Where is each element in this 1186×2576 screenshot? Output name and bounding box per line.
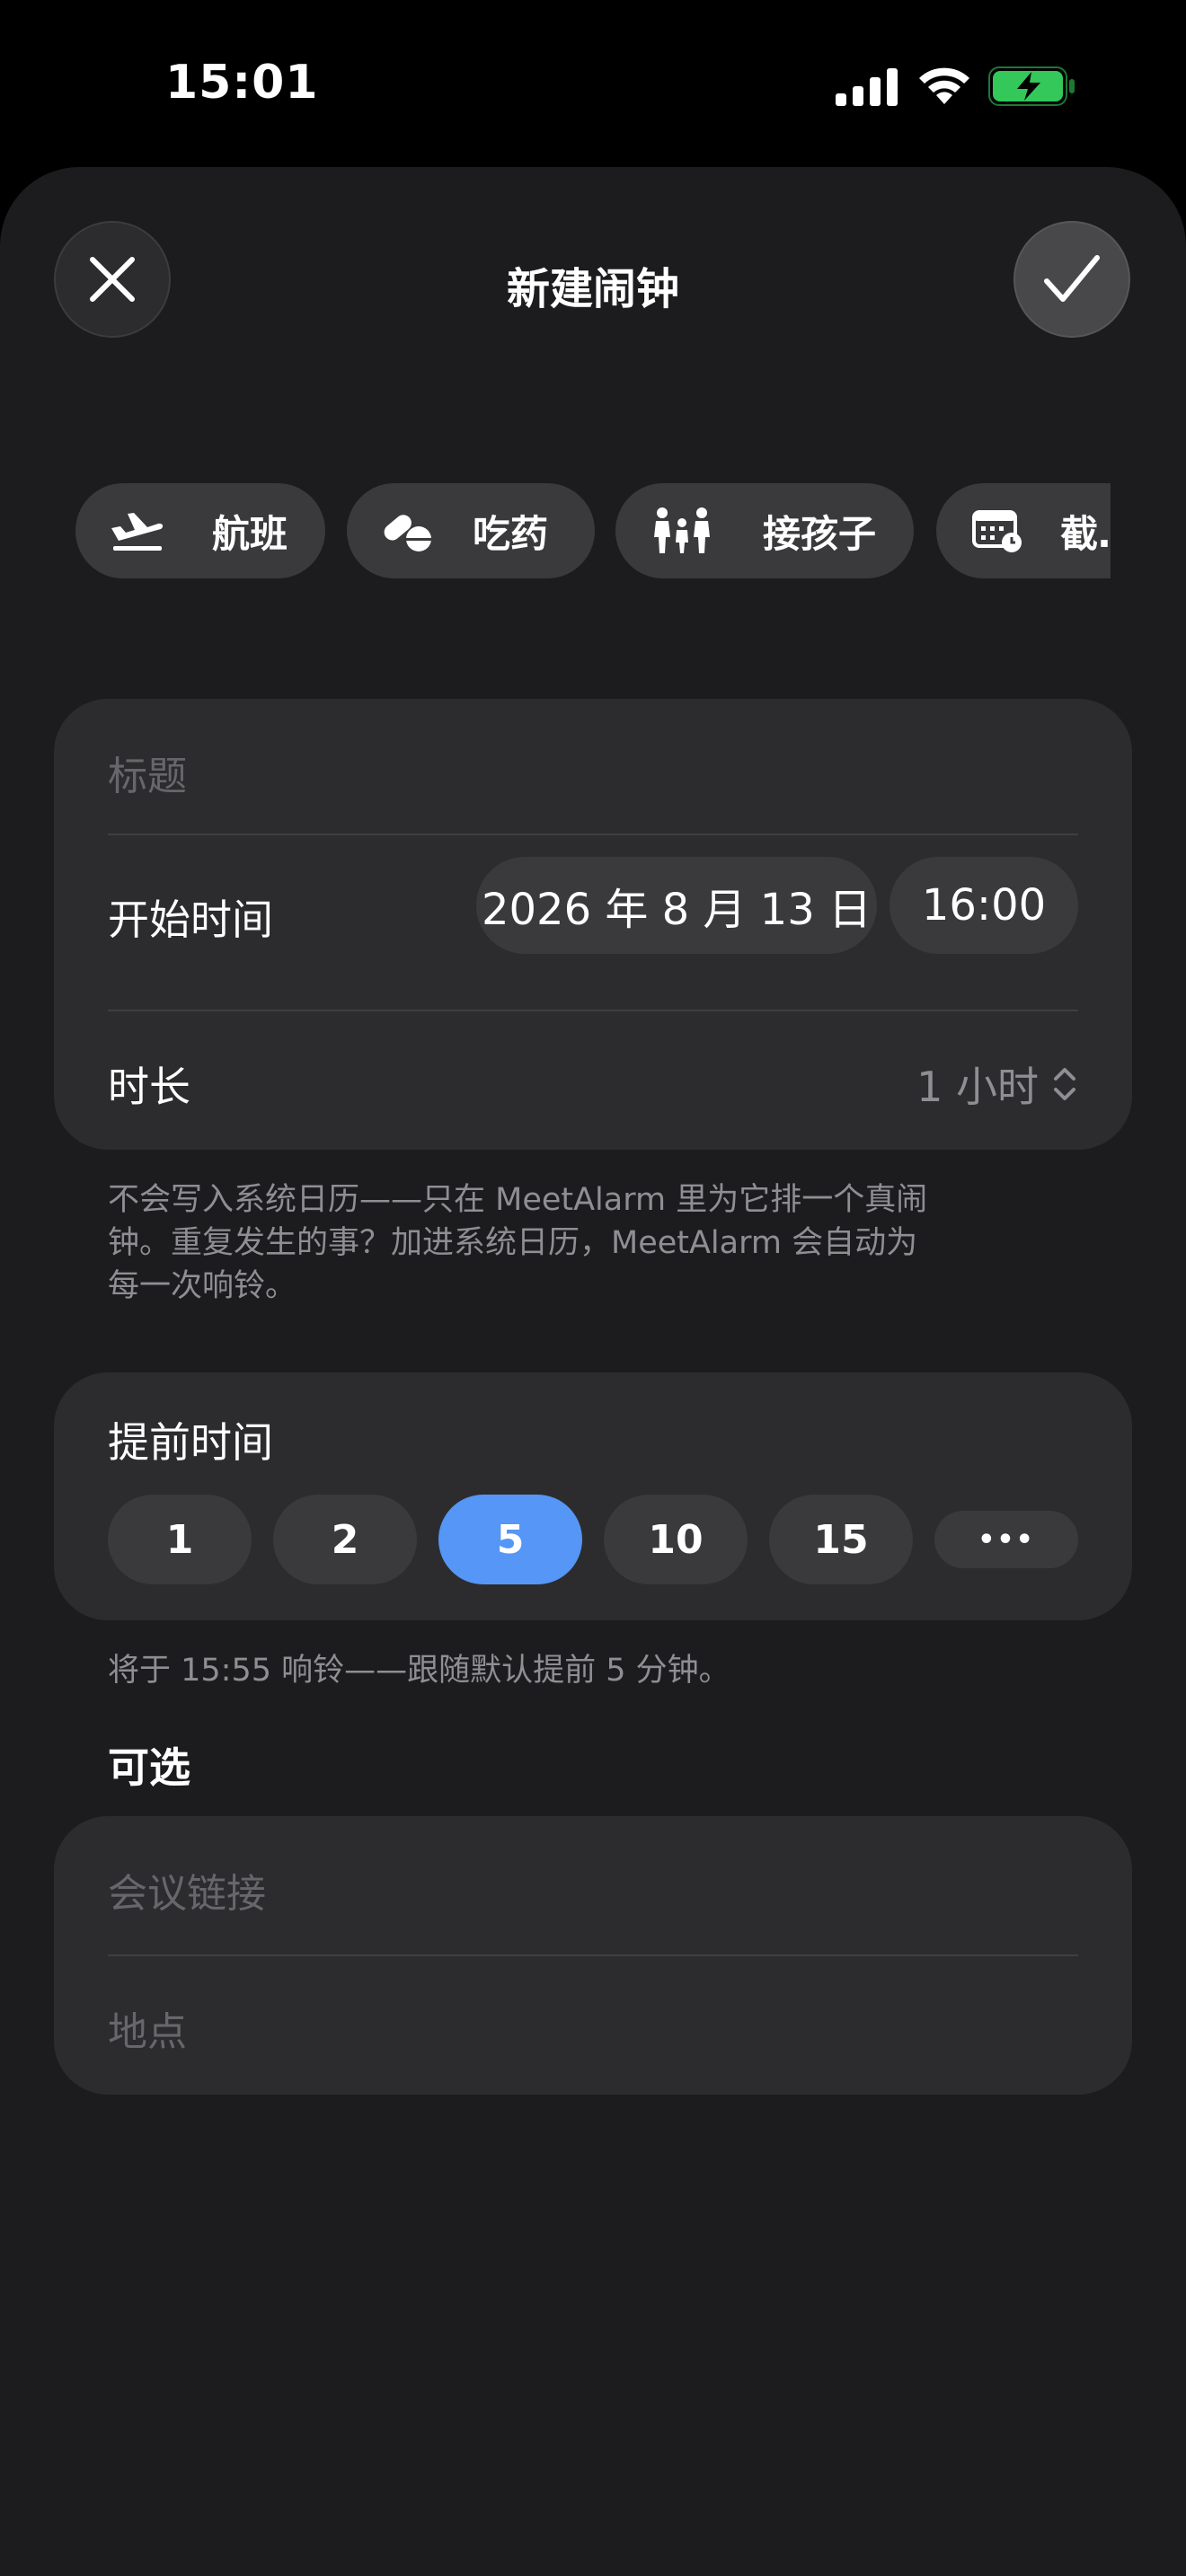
- start-time-label: 开始时间: [108, 895, 273, 944]
- chip-label: 航班: [212, 511, 288, 556]
- pills-icon: [384, 515, 432, 551]
- chip-label: 接孩子: [763, 511, 877, 556]
- lead-option-5[interactable]: 5: [438, 1495, 582, 1584]
- airplane-departure-icon: [111, 513, 164, 551]
- chip-label: 截…: [1060, 511, 1111, 556]
- sheet-title: 新建闹钟: [506, 264, 679, 314]
- calendar-clock-icon: [972, 510, 1022, 552]
- status-bar: 15:01: [0, 0, 1186, 167]
- checkmark-icon: [1044, 255, 1100, 302]
- lead-time-card: 提前时间 1 2 5 10 15 •••: [54, 1372, 1132, 1620]
- location-input[interactable]: 地点: [108, 1999, 1078, 2057]
- duration-label: 时长: [108, 1063, 190, 1111]
- chip-label: 吃药: [473, 511, 549, 556]
- cellular-signal-icon: [836, 68, 898, 106]
- divider: [108, 1010, 1078, 1011]
- wifi-icon: [919, 67, 969, 104]
- note-line: 每一次响铃。: [108, 1268, 297, 1304]
- lead-option-1[interactable]: 1: [108, 1495, 252, 1584]
- lead-time-label: 提前时间: [108, 1418, 273, 1467]
- start-time-picker[interactable]: 16:00: [890, 857, 1078, 954]
- divider: [108, 1954, 1078, 1956]
- battery-charging-icon: [988, 66, 1075, 106]
- new-alarm-sheet: 新建闹钟 航班 吃药 接孩子 截 标题 开始时间 2026 年 8 月 13 日…: [0, 167, 1186, 2576]
- calendar-note: 不会写入系统日历——只在 MeetAlarm 里为它排一个真闹 钟。重复发生的事…: [108, 1178, 927, 1308]
- duration-value: 1 小时: [916, 1063, 1039, 1111]
- status-time: 15:01: [165, 56, 319, 110]
- optional-section-title: 可选: [108, 1743, 190, 1792]
- template-chip-deadline[interactable]: 截…: [936, 483, 1111, 578]
- note-line: 不会写入系统日历——只在 MeetAlarm 里为它排一个真闹: [108, 1182, 928, 1218]
- family-icon: [654, 507, 710, 553]
- lead-option-15[interactable]: 15: [769, 1495, 913, 1584]
- ring-time-note: 将于 15:55 响铃——跟随默认提前 5 分钟。: [108, 1653, 730, 1689]
- lead-option-2[interactable]: 2: [273, 1495, 417, 1584]
- note-line: 钟。重复发生的事？加进系统日历，MeetAlarm 会自动为: [108, 1225, 918, 1261]
- confirm-button[interactable]: [1013, 221, 1130, 338]
- title-input[interactable]: 标题: [108, 744, 1078, 801]
- lead-option-10[interactable]: 10: [604, 1495, 748, 1584]
- event-card: 标题 开始时间 2026 年 8 月 13 日 16:00 时长 1 小时: [54, 699, 1132, 1150]
- template-chip-pickup-kids[interactable]: 接孩子: [615, 483, 914, 578]
- divider: [108, 834, 1078, 835]
- duration-picker[interactable]: 1 小时: [916, 1054, 1078, 1114]
- template-chips: 航班 吃药 接孩子 截: [75, 483, 1111, 582]
- lead-option-more[interactable]: •••: [934, 1511, 1078, 1568]
- start-date-picker[interactable]: 2026 年 8 月 13 日: [476, 857, 877, 954]
- template-chip-flight[interactable]: 航班: [75, 483, 325, 578]
- template-chip-medication[interactable]: 吃药: [347, 483, 595, 578]
- meeting-link-input[interactable]: 会议链接: [108, 1861, 1078, 1919]
- chevron-up-down-icon: [1054, 1068, 1075, 1100]
- optional-card: 会议链接 地点: [54, 1816, 1132, 2095]
